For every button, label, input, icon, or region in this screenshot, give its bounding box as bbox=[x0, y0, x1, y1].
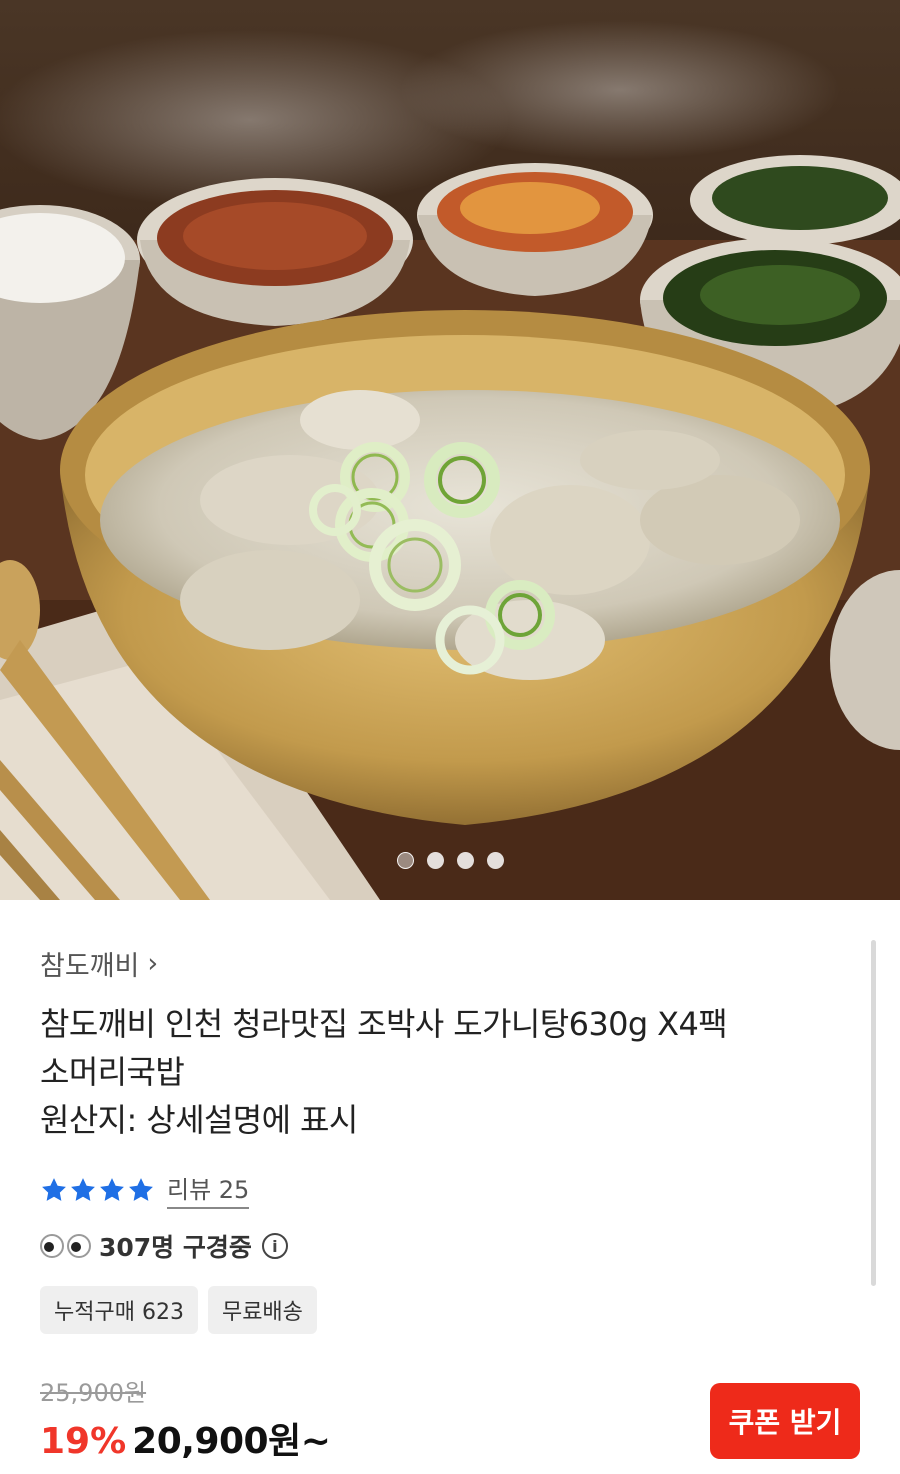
carousel-dot-1[interactable] bbox=[396, 852, 414, 869]
carousel-indicator bbox=[0, 852, 900, 870]
price-row: 19% 20,900원~ bbox=[40, 1412, 331, 1464]
badge-cumulative-purchases: 누적구매 623 bbox=[40, 1286, 198, 1334]
star-icon bbox=[100, 1177, 124, 1201]
chevron-right-icon: › bbox=[147, 948, 159, 979]
product-title: 참도깨비 인천 청라맛집 조박사 도가니탕630g X4팩 소머리국밥 원산지:… bbox=[40, 1000, 830, 1144]
star-icon bbox=[42, 1177, 66, 1201]
badge-free-shipping: 무료배송 bbox=[207, 1286, 317, 1334]
carousel-dot-4[interactable] bbox=[486, 852, 504, 869]
star-icon bbox=[129, 1177, 153, 1201]
viewer-count-text: 307명 구경중 bbox=[99, 1233, 252, 1262]
product-title-line-1: 참도깨비 인천 청라맛집 조박사 도가니탕630g X4팩 bbox=[40, 1005, 728, 1043]
original-price: 25,900원 bbox=[40, 1379, 147, 1407]
brand-link[interactable]: 참도깨비 › bbox=[40, 944, 158, 983]
info-icon[interactable]: i bbox=[261, 1233, 288, 1259]
product-title-line-2: 소머리국밥 bbox=[40, 1053, 185, 1091]
discount-rate: 19% bbox=[40, 1421, 127, 1462]
rating-row: 리뷰 25 bbox=[40, 1170, 250, 1209]
review-count-link[interactable]: 리뷰 25 bbox=[167, 1170, 250, 1209]
carousel-dot-2[interactable] bbox=[426, 852, 444, 869]
viewer-count: 307명 구경중 i bbox=[40, 1228, 288, 1264]
product-badges: 누적구매 623 무료배송 bbox=[40, 1286, 317, 1334]
product-origin: 원산지: 상세설명에 표시 bbox=[40, 1101, 358, 1139]
product-image-carousel[interactable] bbox=[0, 0, 900, 900]
brand-name: 참도깨비 bbox=[40, 951, 140, 982]
get-coupon-button[interactable]: 쿠폰 받기 bbox=[710, 1383, 860, 1459]
scrollbar[interactable] bbox=[871, 940, 876, 1286]
sale-price: 20,900원~ bbox=[132, 1421, 331, 1462]
product-info-panel: 참도깨비 › 참도깨비 인천 청라맛집 조박사 도가니탕630g X4팩 소머리… bbox=[0, 900, 900, 1474]
eyes-icon bbox=[40, 1234, 91, 1258]
star-icon bbox=[71, 1177, 95, 1201]
carousel-dot-3[interactable] bbox=[456, 852, 474, 869]
star-rating bbox=[40, 1176, 155, 1204]
product-photo bbox=[0, 0, 900, 900]
